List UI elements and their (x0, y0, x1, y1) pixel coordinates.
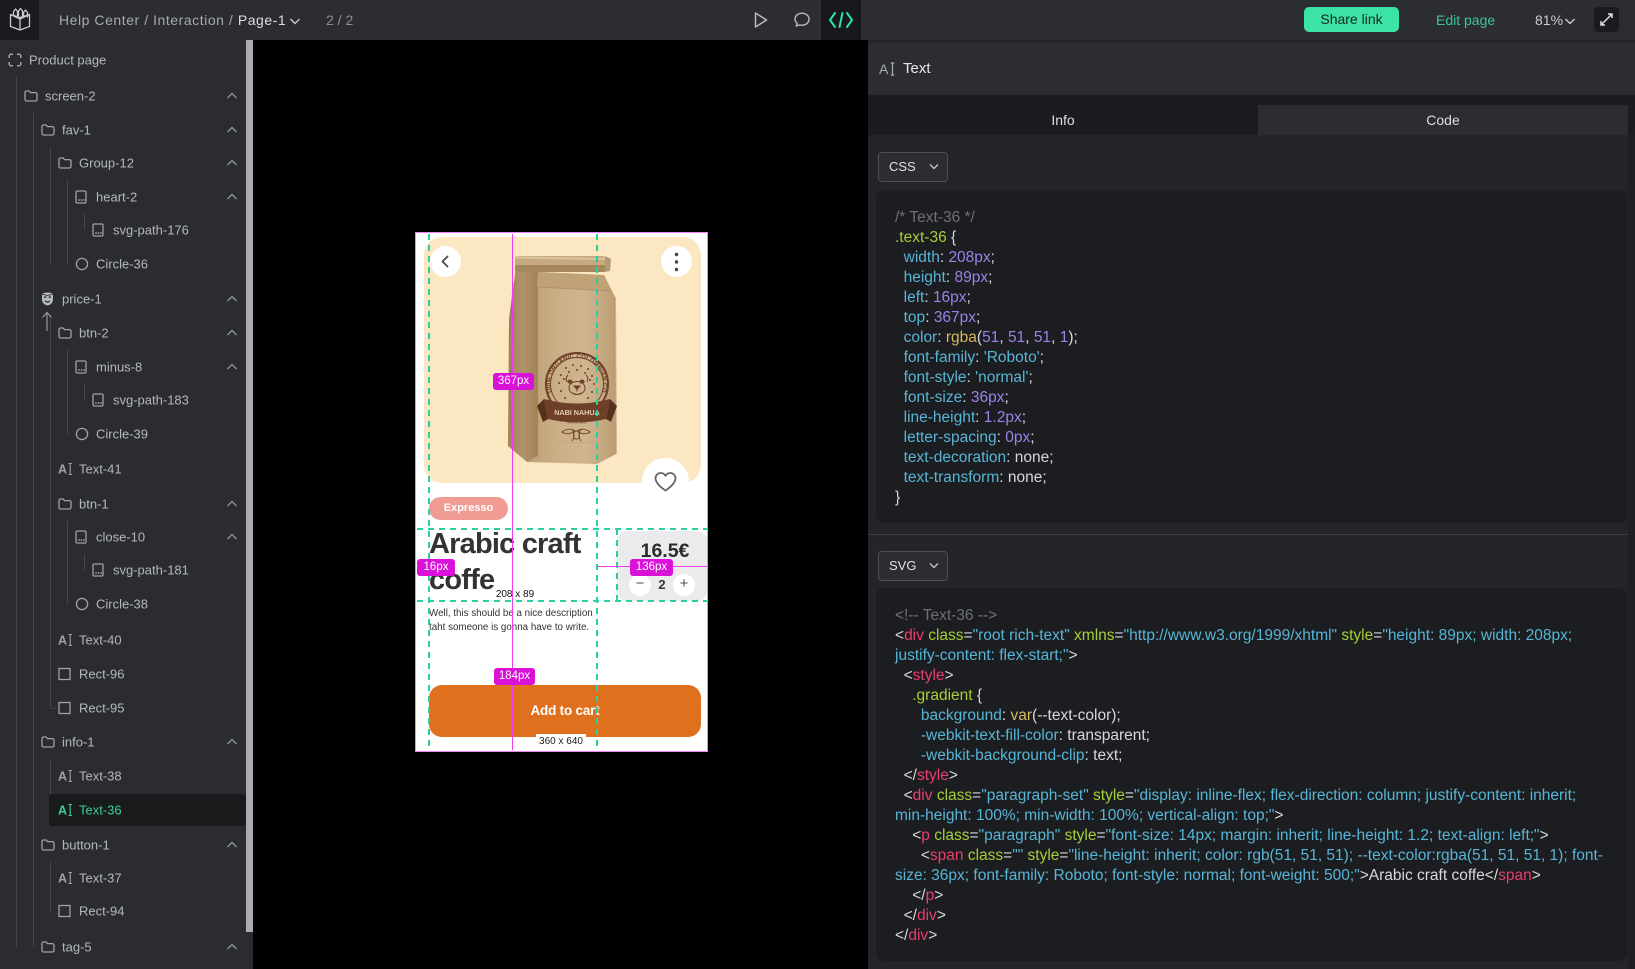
svg-text:SINCE 1932: SINCE 1932 (567, 421, 587, 425)
svg-text:A: A (58, 463, 67, 477)
svg-text:A: A (879, 61, 889, 77)
svg-text:A: A (58, 634, 67, 648)
svg-text:A: A (58, 804, 67, 818)
svg-text:NABI NAHUA: NABI NAHUA (554, 408, 600, 417)
svg-text:A: A (58, 872, 67, 886)
svg-text:A: A (58, 770, 67, 784)
